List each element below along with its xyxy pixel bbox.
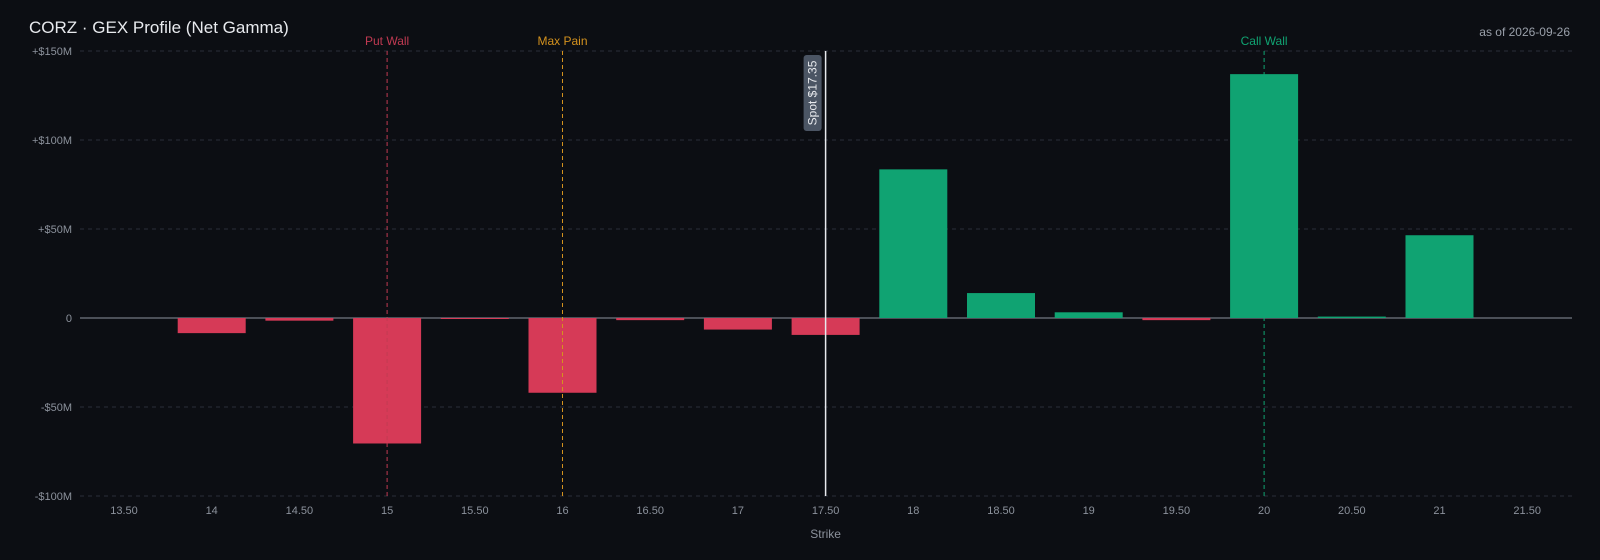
y-tick-label: -$50M (41, 402, 72, 414)
y-tick-label: +$100M (32, 135, 72, 147)
x-tick-label: 20.50 (1338, 505, 1366, 517)
bar-16.50[interactable] (616, 318, 685, 321)
x-tick-label: 21 (1433, 505, 1445, 517)
x-tick-label: 19 (1083, 505, 1095, 517)
x-axis-title: Strike (810, 527, 841, 541)
bar-15.50[interactable] (440, 318, 509, 319)
bar-19.50[interactable] (1142, 318, 1211, 321)
x-tick-label: 17 (732, 505, 744, 517)
x-tick-label: 16.50 (636, 505, 664, 517)
reference-lines: Put Wall Max Pain Call Wall Spot $17.35 (365, 34, 1288, 496)
y-tick-label: +$50M (38, 224, 72, 236)
y-axis: +$150M +$100M +$50M 0 -$50M -$100M (32, 46, 72, 503)
gex-bar-chart: +$150M +$100M +$50M 0 -$50M -$100M Put Wall Ma… (32, 34, 1572, 541)
bar-18.50[interactable] (967, 293, 1035, 318)
x-tick-label: 21.50 (1513, 505, 1541, 517)
x-tick-label: 20 (1258, 505, 1270, 517)
x-tick-label: 15 (381, 505, 393, 517)
x-tick-label: 18 (907, 505, 919, 517)
spot-label: Spot $17.35 (806, 60, 820, 125)
x-tick-label: 15.50 (461, 505, 489, 517)
put-wall-label: Put Wall (365, 34, 409, 48)
x-tick-label: 19.50 (1163, 505, 1191, 517)
gex-chart-page: CORZ · GEX Profile (Net Gamma) as of 202… (0, 0, 1600, 560)
max-pain-label: Max Pain (537, 34, 587, 48)
bar-14[interactable] (177, 318, 246, 334)
x-tick-label: 16 (556, 505, 568, 517)
y-tick-label: +$150M (32, 46, 72, 58)
y-tick-label: 0 (66, 313, 72, 325)
x-tick-label: 14 (206, 505, 218, 517)
x-tick-label: 18.50 (987, 505, 1015, 517)
bar-17[interactable] (703, 318, 772, 330)
bar-18[interactable] (879, 169, 948, 318)
bar-19[interactable] (1054, 312, 1123, 318)
bar-20.50[interactable] (1317, 316, 1386, 318)
x-tick-label: 17.50 (812, 505, 840, 517)
x-tick-label: 13.50 (110, 505, 138, 517)
y-tick-label: -$100M (35, 491, 72, 503)
bar-21[interactable] (1405, 235, 1474, 318)
x-axis: 13.50 14 14.50 15 15.50 16 16.50 17 17.50 18 18.50… (110, 505, 1541, 517)
spot-badge: Spot $17.35 (803, 55, 822, 131)
call-wall-label: Call Wall (1241, 34, 1288, 48)
x-tick-label: 14.50 (286, 505, 314, 517)
bar-14.50[interactable] (265, 318, 334, 321)
